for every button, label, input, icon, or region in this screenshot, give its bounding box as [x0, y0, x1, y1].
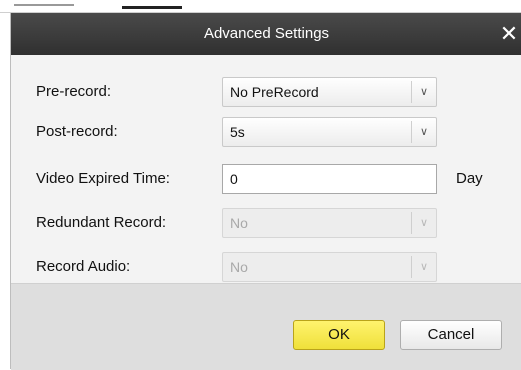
- dialog-footer: OK Cancel: [11, 283, 521, 370]
- close-icon[interactable]: ✕: [498, 22, 520, 46]
- select-divider: [411, 256, 412, 278]
- select-divider: [411, 121, 412, 143]
- record-audio-label: Record Audio:: [36, 258, 131, 275]
- cancel-button[interactable]: Cancel: [400, 320, 502, 350]
- post-record-select[interactable]: 5s ∨: [222, 117, 437, 147]
- dialog-titlebar: Advanced Settings ✕: [11, 13, 521, 55]
- pre-record-value: No PreRecord: [230, 84, 319, 100]
- video-expired-time-input[interactable]: [223, 165, 420, 193]
- background-divider: [14, 4, 74, 6]
- pre-record-select[interactable]: No PreRecord ∨: [222, 77, 437, 107]
- pre-record-row: Pre-record: No PreRecord ∨: [11, 77, 521, 107]
- post-record-value: 5s: [230, 124, 245, 140]
- redundant-record-value: No: [230, 215, 248, 231]
- background-text-fragment: [122, 6, 182, 9]
- ok-button[interactable]: OK: [293, 320, 385, 350]
- video-expired-time-unit: Day: [456, 170, 483, 187]
- redundant-record-select: No ∨: [222, 208, 437, 238]
- dialog-title: Advanced Settings: [203, 25, 330, 42]
- video-expired-time-label: Video Expired Time:: [36, 170, 170, 187]
- background-window-strip: [0, 0, 521, 13]
- pre-record-label: Pre-record:: [36, 83, 112, 100]
- record-audio-select: No ∨: [222, 252, 437, 282]
- advanced-settings-dialog: Advanced Settings ✕ Pre-record: No PreRe…: [10, 13, 521, 370]
- redundant-record-row: Redundant Record: No ∨: [11, 208, 521, 238]
- chevron-down-icon: ∨: [419, 261, 429, 273]
- record-audio-row: Record Audio: No ∨: [11, 252, 521, 282]
- chevron-down-icon[interactable]: ∨: [417, 78, 431, 106]
- select-divider: [411, 212, 412, 234]
- chevron-down-icon: ∨: [419, 217, 429, 229]
- chevron-down-icon[interactable]: ∨: [417, 118, 431, 146]
- post-record-label: Post-record:: [36, 123, 118, 140]
- select-divider: [411, 81, 412, 103]
- video-expired-time-row: Video Expired Time: Day: [11, 164, 521, 194]
- record-audio-value: No: [230, 259, 248, 275]
- post-record-row: Post-record: 5s ∨: [11, 117, 521, 147]
- video-expired-time-field-box[interactable]: [222, 164, 437, 194]
- redundant-record-label: Redundant Record:: [36, 214, 167, 231]
